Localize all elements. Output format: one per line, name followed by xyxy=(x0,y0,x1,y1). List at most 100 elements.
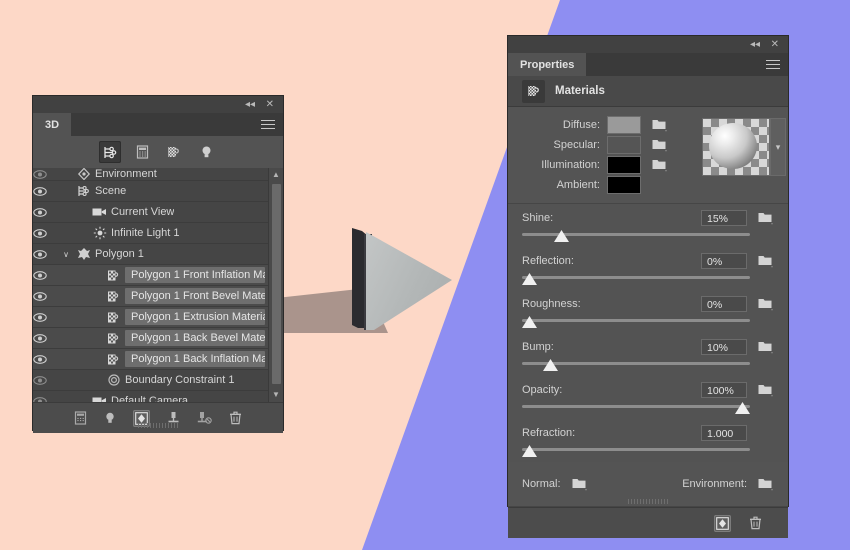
scene-tree-row[interactable]: Polygon 1 Extrusion Material xyxy=(33,307,283,328)
panel-resize-grip[interactable] xyxy=(138,423,178,428)
scene-tree-row[interactable]: Environment xyxy=(33,168,283,181)
slider-track xyxy=(522,233,750,236)
visibility-eye-icon[interactable] xyxy=(33,312,59,322)
texture-folder-icon[interactable] xyxy=(652,118,668,132)
visibility-eye-icon[interactable] xyxy=(33,396,59,402)
slider-label: Refraction: xyxy=(522,426,576,439)
collapse-icon[interactable]: ◂◂ xyxy=(245,99,255,110)
visibility-eye-icon[interactable] xyxy=(33,207,59,217)
visibility-eye-icon[interactable] xyxy=(33,169,59,179)
materials-filter-icon[interactable] xyxy=(163,141,185,163)
material-slider: Bump: 10% xyxy=(508,333,788,376)
color-swatch[interactable] xyxy=(607,155,641,174)
slider-value-field[interactable]: 100% xyxy=(701,381,747,398)
color-swatch[interactable] xyxy=(607,115,641,134)
close-icon[interactable]: ✕ xyxy=(266,99,274,110)
slider-track-area[interactable] xyxy=(522,273,774,290)
texture-folder-icon[interactable] xyxy=(652,158,668,172)
material-preset-dropdown[interactable]: ▾ xyxy=(770,118,786,176)
panel-menu-icon[interactable] xyxy=(261,120,275,132)
3d-panel[interactable]: ◂◂ ✕ 3D Environment Scene Current View I… xyxy=(33,96,283,433)
slider-thumb[interactable] xyxy=(522,445,537,457)
slider-value-field[interactable]: 15% xyxy=(701,209,747,226)
slider-track-area[interactable] xyxy=(522,230,774,247)
materials-icon xyxy=(522,79,545,103)
visibility-eye-icon[interactable] xyxy=(33,186,59,196)
scene-tree-row[interactable]: Default Camera xyxy=(33,391,283,402)
scene-tree-row[interactable]: Polygon 1 Front Inflation Mate... xyxy=(33,265,283,286)
scene-tree-row-label: Boundary Constraint 1 xyxy=(125,374,235,386)
slider-track-area[interactable] xyxy=(522,402,774,419)
add-mesh-button[interactable] xyxy=(74,411,87,425)
scroll-thumb[interactable] xyxy=(272,184,281,384)
visibility-eye-icon[interactable] xyxy=(33,249,59,259)
texture-folder-icon[interactable] xyxy=(758,340,774,354)
environment-label: Environment: xyxy=(682,478,747,490)
color-swatch[interactable] xyxy=(607,135,641,154)
scene-filter-icon[interactable] xyxy=(99,141,121,163)
panel-menu-icon[interactable] xyxy=(766,60,780,72)
slider-track-area[interactable] xyxy=(522,316,774,333)
scene-tree-row[interactable]: Scene xyxy=(33,181,283,202)
swatch-label: Diffuse: xyxy=(562,118,600,131)
environment-folder-icon[interactable] xyxy=(758,477,774,491)
scene-tree-row[interactable]: Polygon 1 Back Bevel Material xyxy=(33,328,283,349)
slider-thumb[interactable] xyxy=(522,273,537,285)
delete-button[interactable] xyxy=(229,411,242,425)
texture-folder-icon[interactable] xyxy=(758,254,774,268)
slider-value-field[interactable]: 1.000 xyxy=(701,424,747,441)
scene-tree-row[interactable]: Infinite Light 1 xyxy=(33,223,283,244)
add-light-button[interactable] xyxy=(104,411,116,425)
tab-properties[interactable]: Properties xyxy=(508,53,587,76)
scroll-down-icon[interactable]: ▼ xyxy=(269,388,283,402)
slider-value-field[interactable]: 0% xyxy=(701,295,747,312)
slider-value-field[interactable]: 10% xyxy=(701,338,747,355)
remove-constraint-button[interactable] xyxy=(197,411,212,425)
scene-tree-row[interactable]: Polygon 1 Front Bevel Material xyxy=(33,286,283,307)
material-preview-thumbnail[interactable] xyxy=(702,118,770,176)
texture-folder-icon[interactable] xyxy=(758,383,774,397)
texture-folder-icon[interactable] xyxy=(652,138,668,152)
slider-thumb[interactable] xyxy=(735,402,750,414)
scroll-up-icon[interactable]: ▲ xyxy=(269,168,283,182)
color-swatch[interactable] xyxy=(607,175,641,194)
material-slider-section: Shine: 15% Reflection: 0% Roughness: 0% Bump: 1… xyxy=(508,204,788,462)
slider-track-area[interactable] xyxy=(522,359,774,376)
close-icon[interactable]: ✕ xyxy=(771,39,779,50)
materials-header: Materials xyxy=(508,76,788,107)
scene-tree-row[interactable]: Current View xyxy=(33,202,283,223)
scene-tree-row[interactable]: Boundary Constraint 1 xyxy=(33,370,283,391)
slider-thumb[interactable] xyxy=(543,359,558,371)
tab-3d[interactable]: 3D xyxy=(33,113,72,136)
scene-icon xyxy=(73,184,95,198)
3d-panel-bottom-toolbar xyxy=(33,402,283,433)
render-settings-button[interactable] xyxy=(714,514,731,532)
slider-value-field[interactable]: 0% xyxy=(701,252,747,269)
disclosure-triangle-icon[interactable]: ∨ xyxy=(59,250,73,259)
visibility-eye-icon[interactable] xyxy=(33,270,59,280)
slider-thumb[interactable] xyxy=(554,230,569,242)
texture-folder-icon[interactable] xyxy=(758,211,774,225)
material-color-section: Diffuse: Specular: Illumination: Ambient: ▾ xyxy=(508,107,788,204)
3d-scene-tree[interactable]: Environment Scene Current View Infinite Lig… xyxy=(33,168,283,402)
delete-material-button[interactable] xyxy=(749,516,762,530)
3d-list-scrollbar[interactable]: ▲ ▼ xyxy=(268,168,283,402)
slider-thumb[interactable] xyxy=(522,316,537,328)
collapse-icon[interactable]: ◂◂ xyxy=(750,39,760,50)
slider-track xyxy=(522,319,750,322)
visibility-eye-icon[interactable] xyxy=(33,333,59,343)
lights-filter-icon[interactable] xyxy=(195,141,217,163)
normal-folder-icon[interactable] xyxy=(572,477,588,491)
mesh-filter-icon[interactable] xyxy=(131,141,153,163)
visibility-eye-icon[interactable] xyxy=(33,291,59,301)
visibility-eye-icon[interactable] xyxy=(33,354,59,364)
visibility-eye-icon[interactable] xyxy=(33,228,59,238)
scene-tree-row[interactable]: ∨ Polygon 1 xyxy=(33,244,283,265)
properties-panel[interactable]: ◂◂ ✕ Properties Materials Diffuse: Specul… xyxy=(508,36,788,538)
texture-folder-icon[interactable] xyxy=(758,297,774,311)
scene-tree-row-label: Default Camera xyxy=(111,395,189,402)
scene-tree-row[interactable]: Polygon 1 Back Inflation Material xyxy=(33,349,283,370)
visibility-eye-icon[interactable] xyxy=(33,375,59,385)
slider-track-area[interactable] xyxy=(522,445,774,462)
panel-resize-grip[interactable] xyxy=(628,499,668,504)
